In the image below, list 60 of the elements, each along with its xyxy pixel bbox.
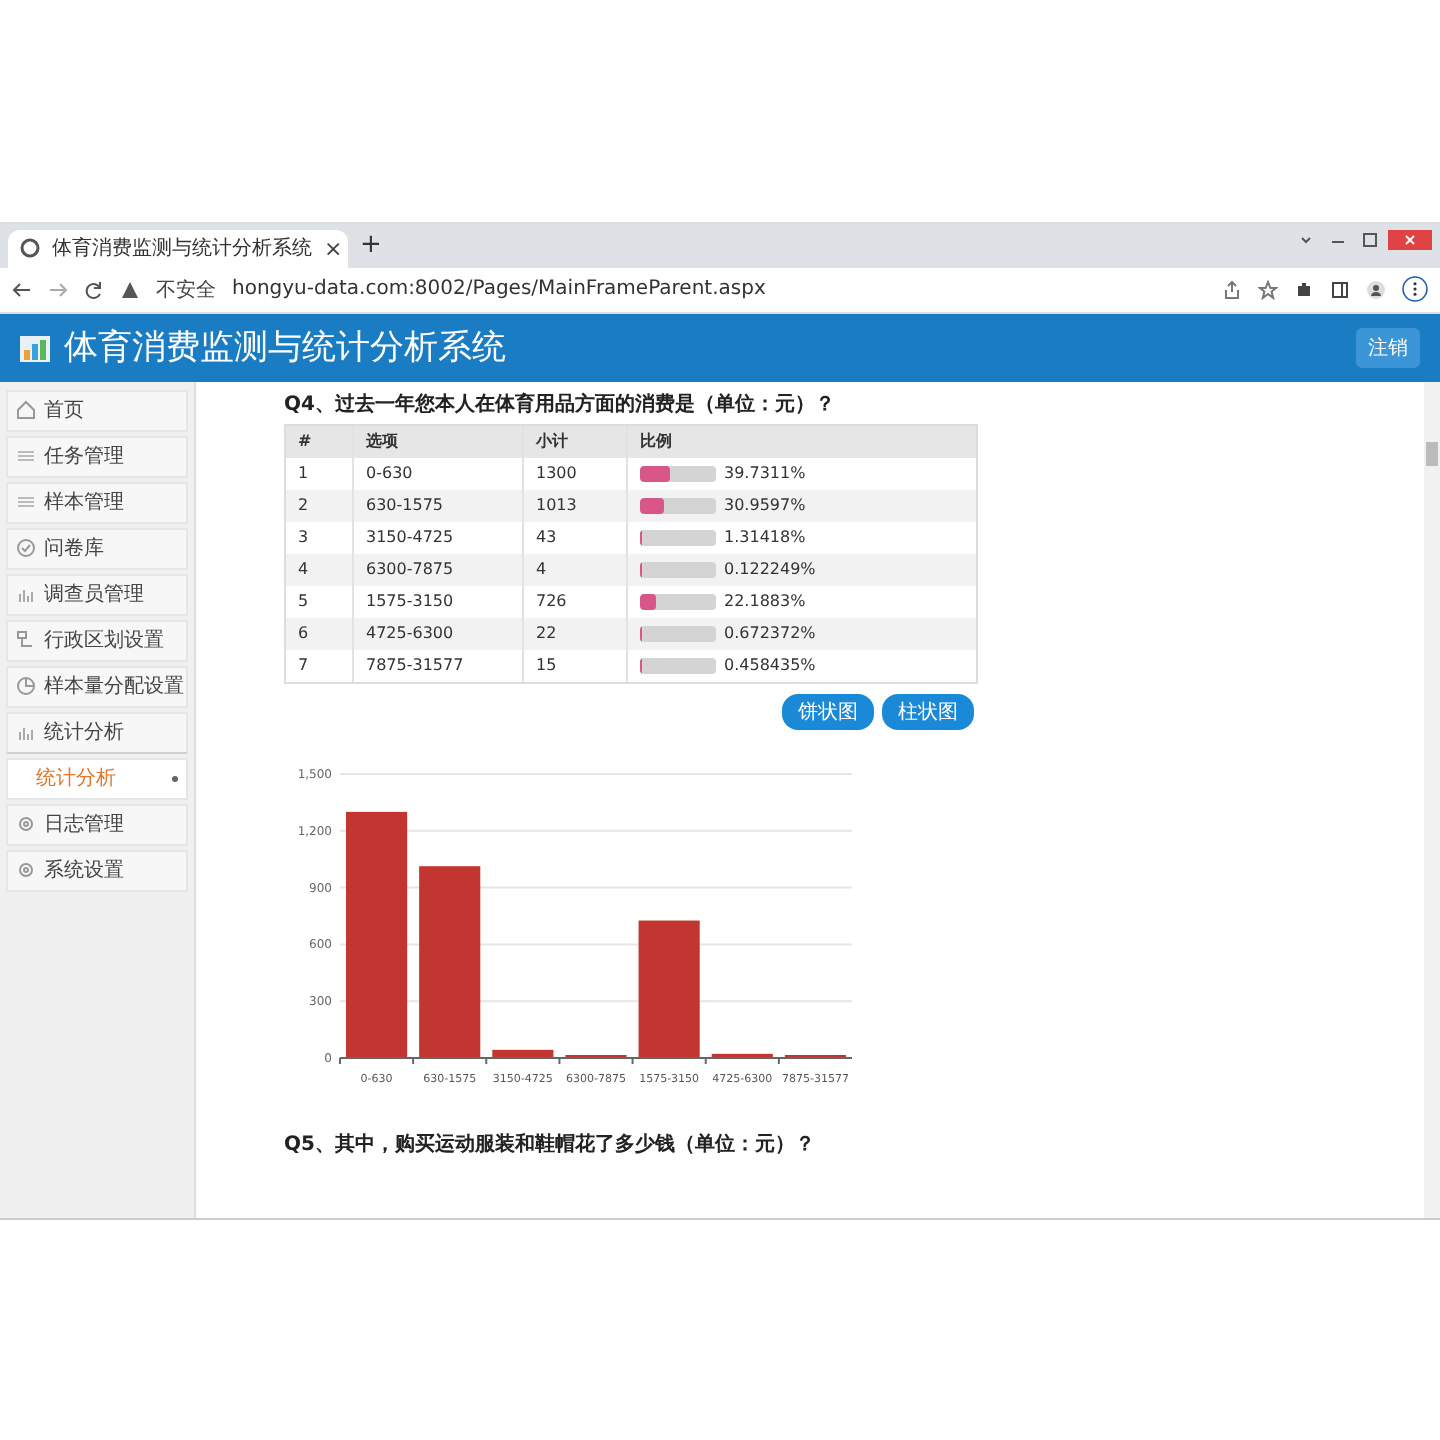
dot-icon: [172, 775, 178, 781]
percent-value: 30.9597%: [724, 496, 806, 514]
percent-value: 22.1883%: [724, 592, 806, 610]
percent-value: 0.672372%: [724, 624, 816, 642]
home-icon: [16, 400, 36, 420]
sidebar-item[interactable]: 样本量分配设置: [6, 665, 188, 707]
maximize-icon: [1360, 229, 1380, 249]
question-title: Q4、过去一年您本人在体育用品方面的消费是（单位：元）？: [284, 390, 837, 417]
bar: [711, 1052, 773, 1057]
warning-icon: [120, 279, 140, 299]
bar-chart-icon: [16, 722, 36, 742]
question-title: Q5、其中，购买运动服装和鞋帽花了多少钱（单位：元）？: [284, 1131, 817, 1157]
table-cell: 7875-31577: [354, 649, 524, 681]
browser-tab[interactable]: 体育消费监测与统计分析系统 ×: [8, 229, 348, 267]
globe-icon: [20, 238, 40, 258]
bar: [492, 1048, 554, 1057]
reload-icon: [84, 279, 104, 299]
sidebar-item[interactable]: 样本管理: [6, 481, 188, 523]
sidebar-item[interactable]: 任务管理: [6, 435, 188, 477]
profile-icon: [1366, 279, 1386, 299]
close-tab-button[interactable]: ×: [324, 237, 343, 259]
chart-type-button[interactable]: 饼状图: [782, 693, 874, 729]
percent-value: 0.458435%: [724, 656, 816, 674]
url-field[interactable]: hongyu-data.com:8002/Pages/MainFrameParent.aspx: [232, 278, 766, 300]
chart-type-button[interactable]: 柱状图: [882, 693, 974, 729]
sidebar-icon: [1330, 279, 1350, 299]
sidebar-item[interactable]: 统计分析: [6, 711, 188, 753]
check-circle-icon: [16, 538, 36, 558]
percent-value: 39.7311%: [724, 464, 806, 482]
puzzle-icon: [1294, 279, 1314, 299]
list-icon: [16, 446, 36, 466]
arrow-left-icon: [12, 279, 32, 299]
share-icon: [1222, 279, 1242, 299]
sidebar-item[interactable]: 调查员管理: [6, 573, 188, 615]
table-cell: 15: [524, 649, 628, 681]
hierarchy-icon: [16, 630, 36, 650]
column-header: 比例: [638, 430, 674, 454]
scrollbar[interactable]: [1424, 381, 1440, 1217]
close-icon[interactable]: [1388, 229, 1432, 249]
sidebar-item[interactable]: 行政区划设置: [6, 619, 188, 661]
sidebar-item[interactable]: 系统设置: [6, 849, 188, 891]
percent-value: 0.122249%: [724, 560, 816, 578]
bar: [638, 919, 700, 1057]
app-title: 体育消费监测与统计分析系统: [64, 326, 506, 370]
gear-icon: [16, 860, 36, 880]
gear-icon: [16, 814, 36, 834]
arrow-right-icon: [48, 279, 68, 299]
new-tab-button[interactable]: +: [360, 230, 382, 260]
sidebar-item[interactable]: 首页: [6, 389, 188, 431]
menu-icon: [1402, 276, 1428, 302]
bar-chart-icon: [16, 584, 36, 604]
sidebar-item[interactable]: 日志管理: [6, 803, 188, 845]
percent-value: 1.31418%: [724, 528, 806, 546]
security-label: 不安全: [156, 277, 216, 303]
bar-chart-logo-icon: [20, 331, 52, 363]
table-cell: 7: [286, 649, 354, 681]
pie-chart-icon: [16, 676, 36, 696]
sidebar-item[interactable]: 问卷库: [6, 527, 188, 569]
star-icon: [1258, 279, 1278, 299]
list-icon: [16, 492, 36, 512]
